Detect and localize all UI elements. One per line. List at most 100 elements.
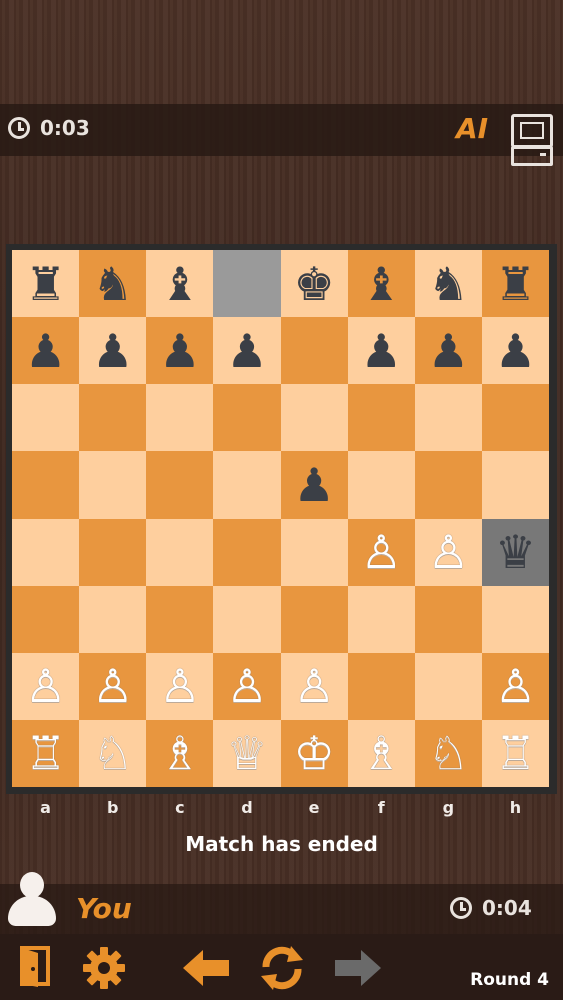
piece-e2[interactable]: ♙ xyxy=(293,663,334,709)
square-g7[interactable]: ♟ xyxy=(414,317,482,385)
piece-f7[interactable]: ♟ xyxy=(361,328,402,374)
redo-button[interactable] xyxy=(332,944,384,992)
piece-f4[interactable]: ♙ xyxy=(361,529,402,575)
square-a1[interactable]: ♖ xyxy=(12,719,80,787)
piece-b7[interactable]: ♟ xyxy=(92,328,133,374)
square-f8[interactable]: ♝ xyxy=(347,250,415,318)
piece-d2[interactable]: ♙ xyxy=(226,663,267,709)
square-f4[interactable]: ♙ xyxy=(347,518,415,586)
square-g8[interactable]: ♞ xyxy=(414,250,482,318)
square-b1[interactable]: ♘ xyxy=(79,719,147,787)
piece-h8[interactable]: ♜ xyxy=(495,261,536,307)
square-b5[interactable] xyxy=(79,451,147,519)
square-d5[interactable] xyxy=(213,451,281,519)
piece-b8[interactable]: ♞ xyxy=(92,261,133,307)
square-h8[interactable]: ♜ xyxy=(481,250,549,318)
square-d1[interactable]: ♕ xyxy=(213,719,281,787)
piece-d7[interactable]: ♟ xyxy=(226,328,267,374)
square-h2[interactable]: ♙ xyxy=(481,652,549,720)
square-c8[interactable]: ♝ xyxy=(146,250,214,318)
piece-e8[interactable]: ♚ xyxy=(293,261,334,307)
piece-c2[interactable]: ♙ xyxy=(159,663,200,709)
square-c4[interactable] xyxy=(146,518,214,586)
square-e7[interactable] xyxy=(280,317,348,385)
square-b6[interactable] xyxy=(79,384,147,452)
square-b8[interactable]: ♞ xyxy=(79,250,147,318)
square-c2[interactable]: ♙ xyxy=(146,652,214,720)
square-h1[interactable]: ♖ xyxy=(481,719,549,787)
piece-h7[interactable]: ♟ xyxy=(495,328,536,374)
square-f3[interactable] xyxy=(347,585,415,653)
square-f2[interactable] xyxy=(347,652,415,720)
square-d2[interactable]: ♙ xyxy=(213,652,281,720)
square-g5[interactable] xyxy=(414,451,482,519)
square-g4[interactable]: ♙ xyxy=(414,518,482,586)
square-b3[interactable] xyxy=(79,585,147,653)
square-g3[interactable] xyxy=(414,585,482,653)
piece-c7[interactable]: ♟ xyxy=(159,328,200,374)
settings-button[interactable] xyxy=(80,944,128,992)
square-e6[interactable] xyxy=(280,384,348,452)
square-c3[interactable] xyxy=(146,585,214,653)
piece-d1[interactable]: ♕ xyxy=(226,730,267,776)
undo-button[interactable] xyxy=(180,944,232,992)
piece-c1[interactable]: ♗ xyxy=(159,730,200,776)
piece-a7[interactable]: ♟ xyxy=(25,328,66,374)
exit-button[interactable] xyxy=(14,944,58,988)
square-h3[interactable] xyxy=(481,585,549,653)
piece-b1[interactable]: ♘ xyxy=(92,730,133,776)
piece-a2[interactable]: ♙ xyxy=(25,663,66,709)
piece-e5[interactable]: ♟ xyxy=(293,462,334,508)
square-e8[interactable]: ♚ xyxy=(280,250,348,318)
square-h7[interactable]: ♟ xyxy=(481,317,549,385)
square-d7[interactable]: ♟ xyxy=(213,317,281,385)
piece-g4[interactable]: ♙ xyxy=(428,529,469,575)
piece-g7[interactable]: ♟ xyxy=(428,328,469,374)
piece-b2[interactable]: ♙ xyxy=(92,663,133,709)
square-d6[interactable] xyxy=(213,384,281,452)
square-b4[interactable] xyxy=(79,518,147,586)
square-d3[interactable] xyxy=(213,585,281,653)
piece-g1[interactable]: ♘ xyxy=(428,730,469,776)
square-f5[interactable] xyxy=(347,451,415,519)
square-h5[interactable] xyxy=(481,451,549,519)
piece-e1[interactable]: ♔ xyxy=(293,730,334,776)
square-g6[interactable] xyxy=(414,384,482,452)
square-c1[interactable]: ♗ xyxy=(146,719,214,787)
piece-a8[interactable]: ♜ xyxy=(25,261,66,307)
piece-h2[interactable]: ♙ xyxy=(495,663,536,709)
square-e3[interactable] xyxy=(280,585,348,653)
piece-f1[interactable]: ♗ xyxy=(361,730,402,776)
square-h6[interactable] xyxy=(481,384,549,452)
square-d4[interactable] xyxy=(213,518,281,586)
square-e2[interactable]: ♙ xyxy=(280,652,348,720)
square-f1[interactable]: ♗ xyxy=(347,719,415,787)
square-c7[interactable]: ♟ xyxy=(146,317,214,385)
chess-board[interactable]: ♜ ♞ ♝ ♚ ♝ ♞ ♜ ♟ ♟ ♟ ♟ ♟ ♟ ♟ ♟ ♙ ♙ ♛ ♙ ♙ ♙ ♙ ♙ ♙ ♖ ♘ ♗ ♕ ♔ ♗ ♘ ♖ xyxy=(12,250,549,787)
piece-h1[interactable]: ♖ xyxy=(495,730,536,776)
square-b7[interactable]: ♟ xyxy=(79,317,147,385)
square-a8[interactable]: ♜ xyxy=(12,250,80,318)
square-g2[interactable] xyxy=(414,652,482,720)
square-a5[interactable] xyxy=(12,451,80,519)
piece-h4[interactable]: ♛ xyxy=(495,529,536,575)
square-b2[interactable]: ♙ xyxy=(79,652,147,720)
square-d8[interactable] xyxy=(213,250,281,318)
square-a7[interactable]: ♟ xyxy=(12,317,80,385)
square-e4[interactable] xyxy=(280,518,348,586)
restart-button[interactable] xyxy=(256,942,308,994)
piece-a1[interactable]: ♖ xyxy=(25,730,66,776)
square-a2[interactable]: ♙ xyxy=(12,652,80,720)
piece-f8[interactable]: ♝ xyxy=(361,261,402,307)
square-f6[interactable] xyxy=(347,384,415,452)
square-e1[interactable]: ♔ xyxy=(280,719,348,787)
square-e5[interactable]: ♟ xyxy=(280,451,348,519)
square-a4[interactable] xyxy=(12,518,80,586)
square-a3[interactable] xyxy=(12,585,80,653)
square-g1[interactable]: ♘ xyxy=(414,719,482,787)
square-c5[interactable] xyxy=(146,451,214,519)
square-a6[interactable] xyxy=(12,384,80,452)
square-h4[interactable]: ♛ xyxy=(481,518,549,586)
square-c6[interactable] xyxy=(146,384,214,452)
piece-c8[interactable]: ♝ xyxy=(159,261,200,307)
